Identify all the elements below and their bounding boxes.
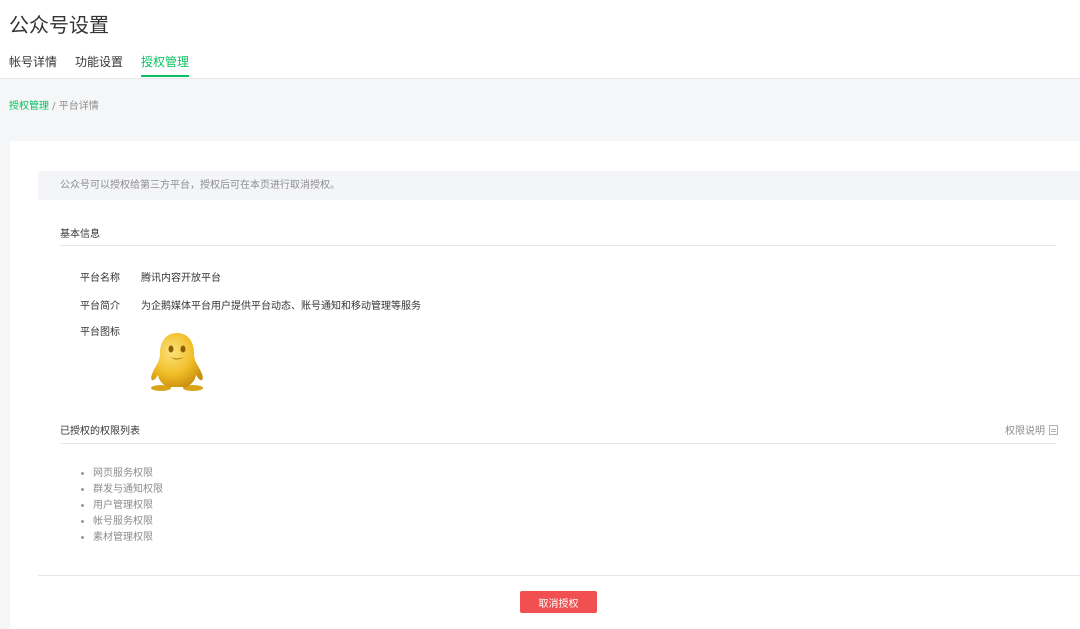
permission-item: 素材管理权限 — [80, 530, 163, 546]
basic-info-title: 基本信息 — [60, 229, 100, 240]
breadcrumb-link-authorization[interactable]: 授权管理 — [9, 101, 49, 112]
penguin-logo-icon — [151, 333, 203, 391]
permission-item: 网页服务权限 — [80, 466, 163, 482]
platform-desc-value: 为企鹅媒体平台用户提供平台动态、账号通知和移动管理等服务 — [141, 301, 421, 312]
platform-name-label: 平台名称 — [80, 273, 120, 284]
platform-name-value: 腾讯内容开放平台 — [141, 273, 221, 284]
platform-desc-label: 平台简介 — [80, 301, 120, 312]
breadcrumb-current: 平台详情 — [58, 101, 99, 112]
tab-authorization-management[interactable]: 授权管理 — [141, 52, 190, 77]
permission-item: 帐号服务权限 — [80, 514, 163, 530]
permission-help-link[interactable]: 权限说明 — [1005, 422, 1058, 437]
platform-detail-panel: 公众号可以授权给第三方平台，授权后可在本页进行取消授权。 基本信息 平台名称 腾… — [10, 141, 1080, 629]
permissions-title: 已授权的权限列表 — [60, 426, 140, 437]
divider — [60, 443, 1056, 444]
tab-account-details[interactable]: 帐号详情 — [9, 52, 57, 77]
platform-icon-label: 平台图标 — [80, 327, 120, 338]
footer-divider — [38, 575, 1080, 576]
divider — [60, 245, 1056, 246]
breadcrumb-separator: / — [49, 101, 59, 112]
permission-item: 用户管理权限 — [80, 498, 163, 514]
permission-help-label: 权限说明 — [1005, 426, 1045, 437]
cancel-authorization-button[interactable]: 取消授权 — [520, 591, 597, 613]
permission-item: 群发与通知权限 — [80, 482, 163, 498]
document-icon — [1049, 424, 1058, 435]
page-header: 公众号设置 帐号详情 功能设置 授权管理 — [0, 0, 1080, 79]
tab-bar: 帐号详情 功能设置 授权管理 — [9, 52, 207, 77]
page-title: 公众号设置 — [9, 13, 109, 37]
notice-banner: 公众号可以授权给第三方平台，授权后可在本页进行取消授权。 — [38, 171, 1080, 200]
permission-list: 网页服务权限 群发与通知权限 用户管理权限 帐号服务权限 素材管理权限 — [80, 466, 163, 546]
tab-feature-settings[interactable]: 功能设置 — [75, 52, 123, 77]
breadcrumb: 授权管理 / 平台详情 — [9, 97, 99, 112]
